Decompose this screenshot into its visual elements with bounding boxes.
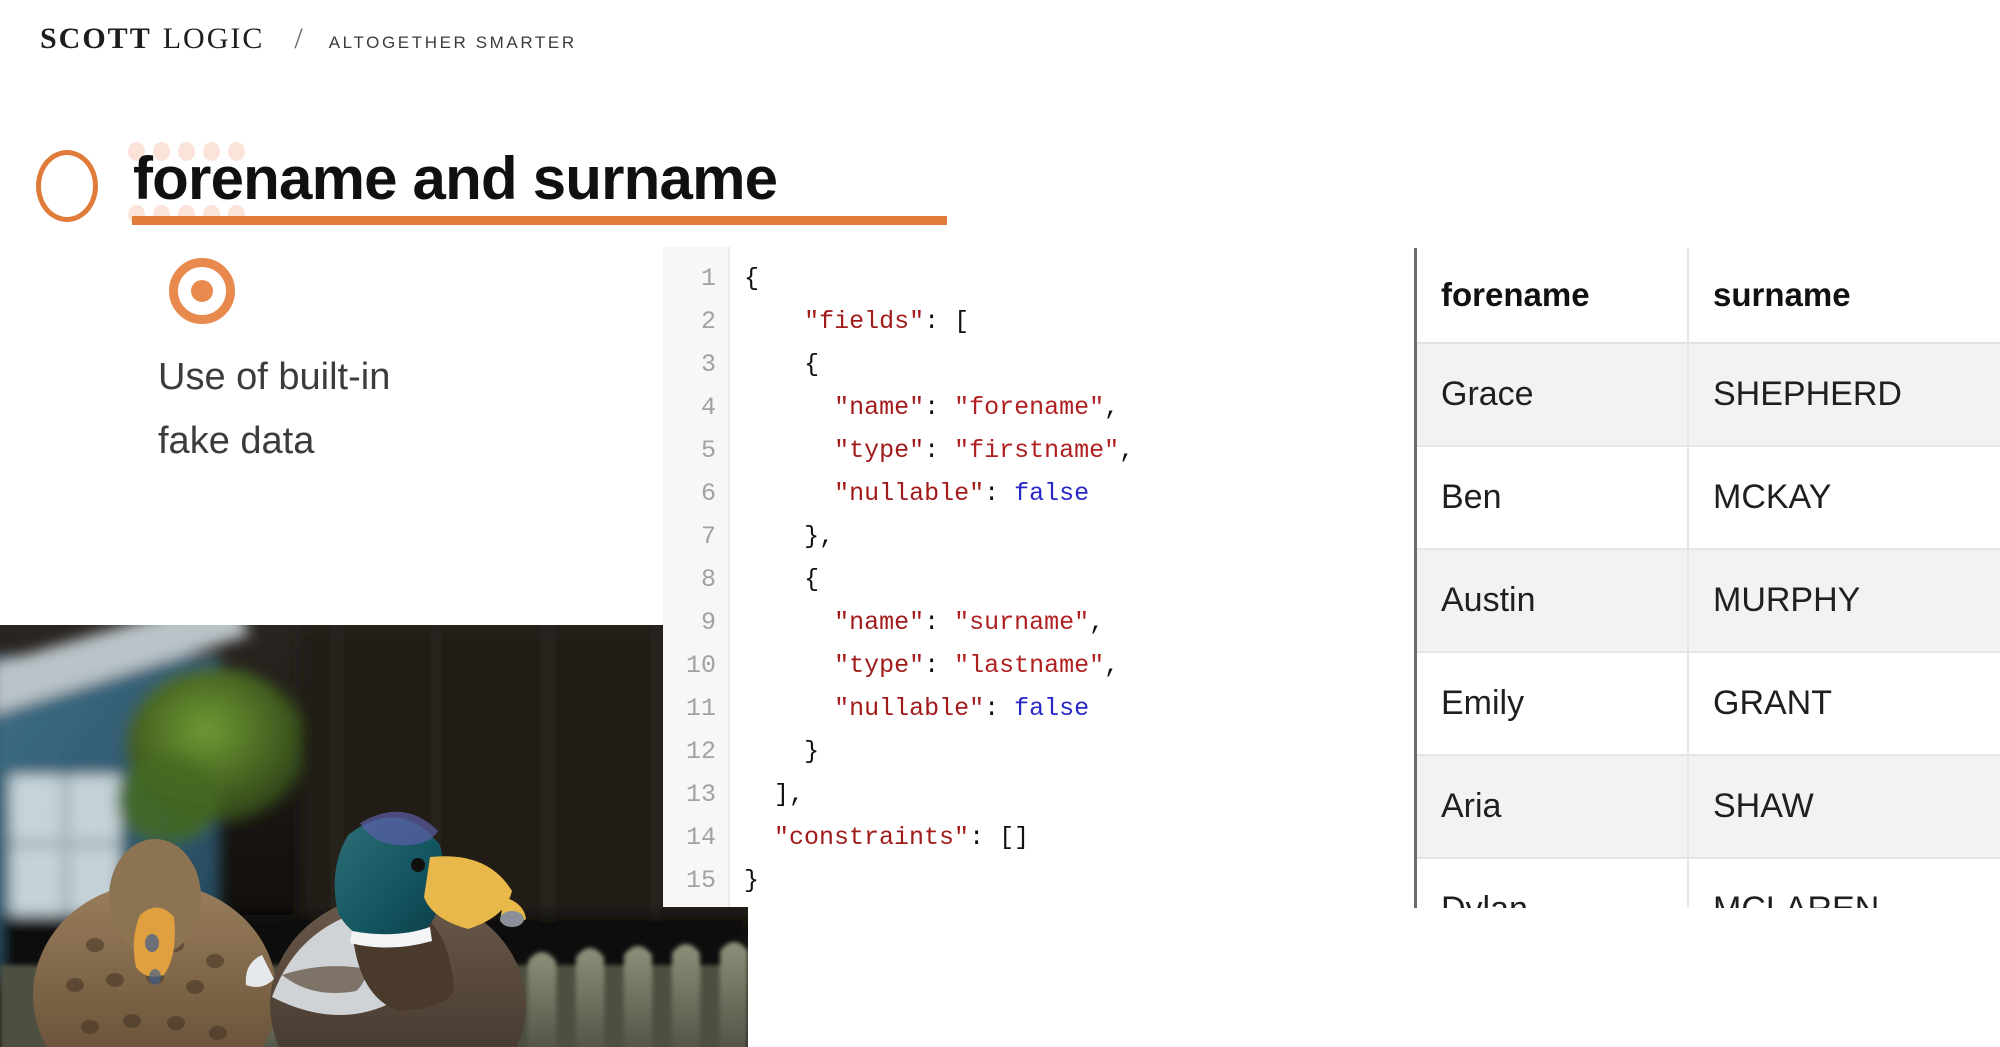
bullet-caption: Use of built-in fake data	[158, 345, 488, 473]
brand-tagline: ALTOGETHER SMARTER	[328, 33, 577, 52]
brand-name-bold: SCOTT	[40, 22, 152, 55]
brand-name-light: LOGIC	[162, 22, 265, 55]
brand-logo: SCOTT LOGIC / ALTOGETHER SMARTER	[40, 22, 577, 56]
table-cell-forename: Dylan	[1417, 859, 1689, 908]
table-header-row: forename surname	[1417, 248, 2000, 344]
code-line-number: 14	[685, 823, 716, 852]
code-line: "type": "firstname",	[834, 436, 1135, 465]
code-line-number: 3	[700, 350, 716, 379]
column-header-forename[interactable]: forename	[1417, 248, 1689, 342]
code-line-number: 5	[700, 436, 716, 465]
code-line-number: 15	[685, 866, 716, 895]
table-row[interactable]: Ben MCKAY	[1417, 447, 2000, 550]
bullseye-icon	[169, 258, 235, 324]
bullet-caption-line-1: Use of built-in	[158, 356, 391, 398]
code-line-number: 2	[700, 307, 716, 336]
code-line: }	[744, 866, 760, 895]
table-row[interactable]: Austin MURPHY	[1417, 550, 2000, 653]
table-row[interactable]: Aria SHAW	[1417, 756, 2000, 859]
code-line: {	[804, 565, 820, 594]
code-line: "name": "forename",	[834, 393, 1120, 422]
table-cell-forename: Grace	[1417, 344, 1689, 445]
code-line-number: 1	[700, 264, 716, 293]
table-cell-surname: GRANT	[1713, 684, 1832, 722]
code-line-number: 4	[700, 393, 716, 422]
table-cell-surname: SHEPHERD	[1713, 375, 1902, 413]
code-line: ],	[774, 780, 805, 809]
code-line: "nullable": false	[834, 694, 1090, 723]
code-line: "nullable": false	[834, 479, 1090, 508]
table-cell-surname: MCKAY	[1713, 478, 1832, 516]
code-line: {	[804, 350, 820, 379]
code-line: "fields": [	[804, 307, 970, 336]
table-cell-surname: MURPHY	[1713, 581, 1861, 619]
table-cell-forename: Aria	[1417, 756, 1689, 857]
table-cell-forename: Austin	[1417, 550, 1689, 651]
table-cell-forename: Emily	[1417, 653, 1689, 754]
table-cell-surname: MCLAREN	[1689, 859, 2000, 908]
code-line: "name": "surname",	[834, 608, 1105, 637]
results-table: forename surname Grace SHEPHERD Ben MCKAY Aust…	[1414, 248, 2000, 908]
code-content[interactable]: { "fields": [ { "name": "forename", "typ…	[730, 247, 1403, 907]
code-line: "constraints": []	[774, 823, 1030, 852]
code-line-number: 11	[685, 694, 716, 723]
brand-separator: /	[294, 22, 303, 55]
page-title: forename and surname	[133, 145, 778, 212]
table-row[interactable]: Grace SHEPHERD	[1417, 344, 2000, 447]
code-line: "type": "lastname",	[834, 651, 1120, 680]
duck-photo-illustration	[0, 625, 748, 1047]
table-row[interactable]: DylanMCLAREN	[1417, 859, 2000, 908]
bullet-caption-line-2: fake data	[158, 420, 315, 462]
duck-decoys-photo	[0, 625, 748, 1047]
code-line-number: 8	[700, 565, 716, 594]
code-line-number: 10	[685, 651, 716, 680]
code-line: {	[744, 264, 760, 293]
table-cell-surname: SHAW	[1713, 787, 1814, 825]
slide-root: SCOTT LOGIC / ALTOGETHER SMARTER forenam…	[0, 0, 2000, 1047]
code-line-numbers: 1 2 3 4 5 6 7 8 9 10 11 12 13 14 15	[663, 247, 730, 907]
table-row[interactable]: Emily GRANT	[1417, 653, 2000, 756]
code-line-number: 12	[685, 737, 716, 766]
title-circle-decoration	[36, 150, 98, 222]
code-line: }	[804, 737, 820, 766]
code-line-number: 9	[700, 608, 716, 637]
code-line-number: 13	[685, 780, 716, 809]
code-line-number: 6	[700, 479, 716, 508]
table-cell-forename: Ben	[1417, 447, 1689, 548]
json-code-block: 1 2 3 4 5 6 7 8 9 10 11 12 13 14 15 { "fields": [ { "n…	[663, 247, 1403, 907]
title-underline-rule	[132, 216, 947, 225]
code-line-number: 7	[700, 522, 716, 551]
column-header-surname[interactable]: surname	[1689, 248, 2000, 342]
bullseye-center-dot	[191, 280, 213, 302]
code-line: },	[804, 522, 835, 551]
